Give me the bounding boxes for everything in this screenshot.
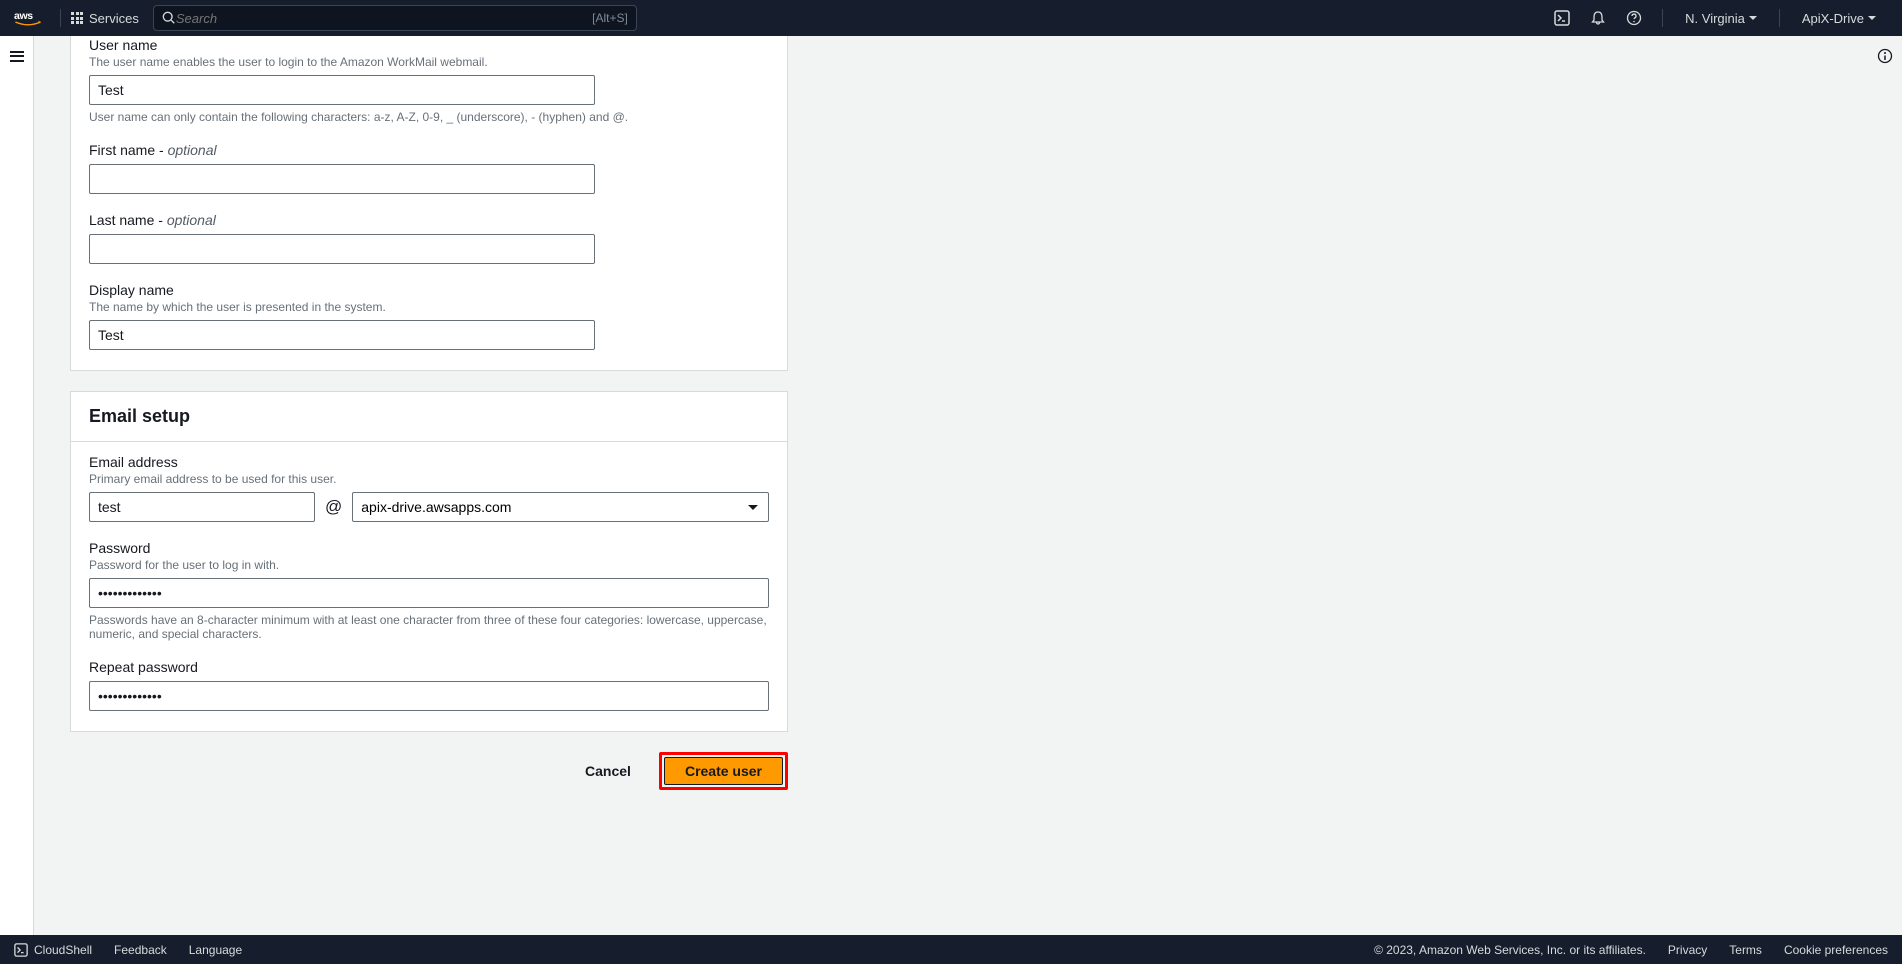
repeat-password-input[interactable] xyxy=(89,681,769,711)
terms-link[interactable]: Terms xyxy=(1729,943,1762,957)
displayname-field: Display name The name by which the user … xyxy=(89,282,769,350)
language-label: Language xyxy=(189,943,242,957)
at-sign: @ xyxy=(325,497,342,517)
account-menu[interactable]: ApiX-Drive xyxy=(1802,11,1876,26)
cookie-preferences-link[interactable]: Cookie preferences xyxy=(1784,943,1888,957)
search-box[interactable]: [Alt+S] xyxy=(153,5,637,31)
user-details-panel: User name The user name enables the user… xyxy=(70,36,788,371)
caret-down-icon xyxy=(1868,16,1876,20)
apps-grid-icon xyxy=(71,12,83,24)
region-selector[interactable]: N. Virginia xyxy=(1685,11,1757,26)
search-shortcut-hint: [Alt+S] xyxy=(592,11,628,25)
left-rail xyxy=(0,36,34,935)
svg-text:aws: aws xyxy=(14,10,33,22)
nav-divider xyxy=(1779,9,1780,27)
password-desc: Password for the user to log in with. xyxy=(89,558,769,572)
username-hint: User name can only contain the following… xyxy=(89,110,769,124)
displayname-input[interactable] xyxy=(89,320,595,350)
search-input[interactable] xyxy=(176,11,592,26)
aws-logo[interactable]: aws xyxy=(14,10,42,27)
repeat-password-field: Repeat password xyxy=(89,659,769,711)
password-input[interactable] xyxy=(89,578,769,608)
email-setup-header: Email setup xyxy=(71,392,787,442)
displayname-label: Display name xyxy=(89,282,769,298)
password-field: Password Password for the user to log in… xyxy=(89,540,769,641)
cancel-button[interactable]: Cancel xyxy=(567,757,649,785)
email-field: Email address Primary email address to b… xyxy=(89,454,769,522)
email-domain-value: apix-drive.awsapps.com xyxy=(361,499,511,515)
region-label: N. Virginia xyxy=(1685,11,1745,26)
nav-divider xyxy=(60,9,61,27)
displayname-desc: The name by which the user is presented … xyxy=(89,300,769,314)
footer: CloudShell Feedback Language © 2023, Ama… xyxy=(0,935,1902,964)
top-nav: aws Services [Alt+S] N. Virginia ApiX-Dr… xyxy=(0,0,1902,36)
cloudshell-link[interactable]: CloudShell xyxy=(14,943,92,957)
info-icon[interactable] xyxy=(1877,48,1893,935)
lastname-label: Last name - optional xyxy=(89,212,769,228)
password-hint: Passwords have an 8-character minimum wi… xyxy=(89,613,769,641)
feedback-link[interactable]: Feedback xyxy=(114,943,167,957)
search-icon xyxy=(162,11,176,25)
password-label: Password xyxy=(89,540,769,556)
feedback-label: Feedback xyxy=(114,943,167,957)
firstname-label: First name - optional xyxy=(89,142,769,158)
create-highlight: Create user xyxy=(659,752,788,790)
username-input[interactable] xyxy=(89,75,595,105)
email-desc: Primary email address to be used for thi… xyxy=(89,472,769,486)
menu-toggle[interactable] xyxy=(10,48,24,935)
lastname-field: Last name - optional xyxy=(89,212,769,264)
nav-divider xyxy=(1662,9,1663,27)
username-desc: The user name enables the user to login … xyxy=(89,55,769,69)
privacy-link[interactable]: Privacy xyxy=(1668,943,1707,957)
caret-down-icon xyxy=(748,505,758,510)
email-setup-panel: Email setup Email address Primary email … xyxy=(70,391,788,732)
email-local-input[interactable] xyxy=(89,492,315,522)
notifications-icon[interactable] xyxy=(1590,10,1606,26)
cloudshell-label: CloudShell xyxy=(34,943,92,957)
firstname-field: First name - optional xyxy=(89,142,769,194)
username-label: User name xyxy=(89,37,769,53)
lastname-input[interactable] xyxy=(89,234,595,264)
services-menu[interactable]: Services xyxy=(71,11,139,26)
help-icon[interactable] xyxy=(1626,10,1642,26)
copyright-text: © 2023, Amazon Web Services, Inc. or its… xyxy=(1374,943,1646,957)
account-label: ApiX-Drive xyxy=(1802,11,1864,26)
cloudshell-icon[interactable] xyxy=(1554,10,1570,26)
main-content: User name The user name enables the user… xyxy=(34,36,1868,935)
repeat-password-label: Repeat password xyxy=(89,659,769,675)
caret-down-icon xyxy=(1749,16,1757,20)
form-actions: Cancel Create user xyxy=(70,752,788,800)
email-domain-select[interactable]: apix-drive.awsapps.com xyxy=(352,492,769,522)
email-label: Email address xyxy=(89,454,769,470)
language-link[interactable]: Language xyxy=(189,943,242,957)
right-rail xyxy=(1868,36,1902,935)
username-field: User name The user name enables the user… xyxy=(89,37,769,124)
services-label: Services xyxy=(89,11,139,26)
create-user-button[interactable]: Create user xyxy=(664,757,783,785)
firstname-input[interactable] xyxy=(89,164,595,194)
